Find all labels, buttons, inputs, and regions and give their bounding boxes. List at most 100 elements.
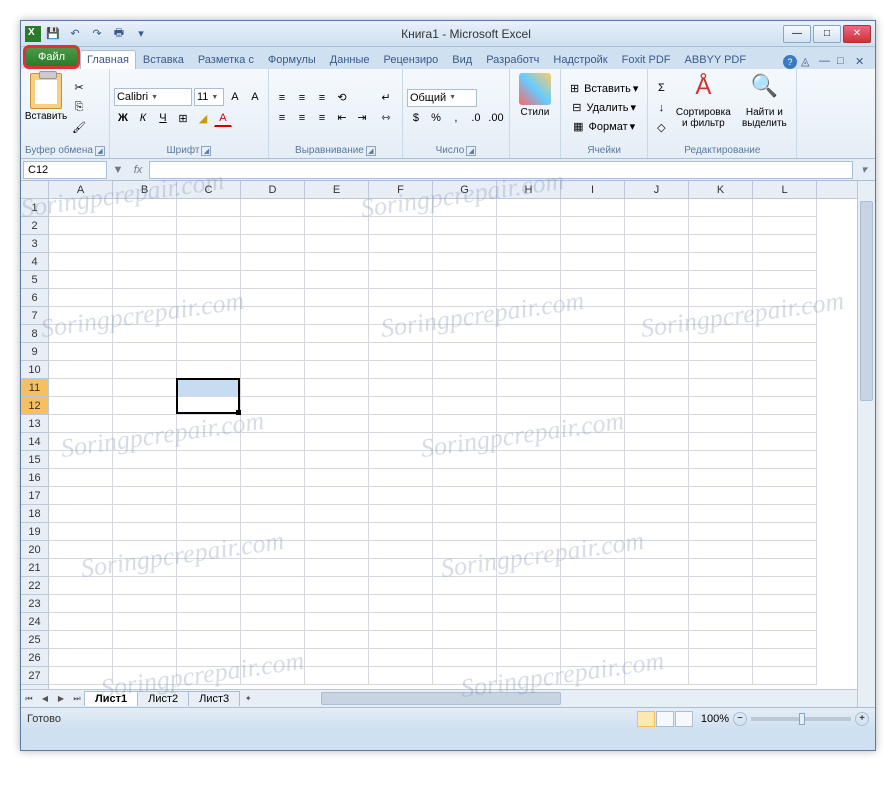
cell-E6[interactable] [305,289,369,307]
cell-A8[interactable] [49,325,113,343]
cell-G2[interactable] [433,217,497,235]
cell-A18[interactable] [49,505,113,523]
cell-D16[interactable] [241,469,305,487]
cell-K24[interactable] [689,613,753,631]
cell-G11[interactable] [433,379,497,397]
cell-C1[interactable] [177,199,241,217]
cell-I27[interactable] [561,667,625,685]
cell-F16[interactable] [369,469,433,487]
cell-J7[interactable] [625,307,689,325]
cell-H24[interactable] [497,613,561,631]
page-layout-view-button[interactable] [656,711,674,727]
sheet-nav-last[interactable]: ⏭ [69,691,85,707]
cell-H10[interactable] [497,361,561,379]
cell-I13[interactable] [561,415,625,433]
save-button[interactable]: 💾 [45,26,61,42]
column-header-A[interactable]: A [49,181,113,198]
cell-D26[interactable] [241,649,305,667]
formula-input[interactable] [149,161,853,179]
tab-view[interactable]: Вид [445,50,479,69]
cell-A7[interactable] [49,307,113,325]
cell-I15[interactable] [561,451,625,469]
clipboard-dialog-launcher[interactable]: ◢ [95,146,105,156]
cell-L3[interactable] [753,235,817,253]
cell-I22[interactable] [561,577,625,595]
cell-A21[interactable] [49,559,113,577]
cell-F23[interactable] [369,595,433,613]
cell-G18[interactable] [433,505,497,523]
cell-H23[interactable] [497,595,561,613]
cell-J3[interactable] [625,235,689,253]
cell-E8[interactable] [305,325,369,343]
cell-C7[interactable] [177,307,241,325]
row-header-20[interactable]: 20 [21,541,48,559]
cell-B26[interactable] [113,649,177,667]
sheet-nav-first[interactable]: ⏮ [21,691,37,707]
row-header-5[interactable]: 5 [21,271,48,289]
cell-F15[interactable] [369,451,433,469]
cell-H4[interactable] [497,253,561,271]
cell-C14[interactable] [177,433,241,451]
cell-E18[interactable] [305,505,369,523]
cell-L15[interactable] [753,451,817,469]
cell-H19[interactable] [497,523,561,541]
cell-C13[interactable] [177,415,241,433]
cell-B9[interactable] [113,343,177,361]
cell-L7[interactable] [753,307,817,325]
cell-D17[interactable] [241,487,305,505]
column-header-J[interactable]: J [625,181,689,198]
cell-K20[interactable] [689,541,753,559]
cell-D11[interactable] [241,379,305,397]
cell-E17[interactable] [305,487,369,505]
align-top-button[interactable]: ≡ [273,89,291,107]
cell-F20[interactable] [369,541,433,559]
tab-review[interactable]: Рецензиро [377,50,446,69]
cell-C27[interactable] [177,667,241,685]
autosum-button[interactable]: Σ [652,79,670,97]
row-header-4[interactable]: 4 [21,253,48,271]
cell-D2[interactable] [241,217,305,235]
cell-J14[interactable] [625,433,689,451]
cell-L14[interactable] [753,433,817,451]
cell-L4[interactable] [753,253,817,271]
cell-B5[interactable] [113,271,177,289]
cell-K15[interactable] [689,451,753,469]
cell-C3[interactable] [177,235,241,253]
row-header-6[interactable]: 6 [21,289,48,307]
cell-I4[interactable] [561,253,625,271]
cell-B13[interactable] [113,415,177,433]
cell-J19[interactable] [625,523,689,541]
cell-F24[interactable] [369,613,433,631]
doc-minimize-button[interactable]: — [819,55,833,69]
cell-C4[interactable] [177,253,241,271]
fill-color-button[interactable]: ◢ [194,109,212,127]
cell-E23[interactable] [305,595,369,613]
cell-H27[interactable] [497,667,561,685]
doc-close-button[interactable]: ✕ [855,55,869,69]
cell-D21[interactable] [241,559,305,577]
cell-B7[interactable] [113,307,177,325]
decrease-decimal-button[interactable]: .00 [487,109,505,127]
cell-D24[interactable] [241,613,305,631]
comma-button[interactable]: , [447,109,465,127]
tab-insert[interactable]: Вставка [136,50,191,69]
cell-C17[interactable] [177,487,241,505]
increase-decimal-button[interactable]: .0 [467,109,485,127]
cell-L22[interactable] [753,577,817,595]
cell-G9[interactable] [433,343,497,361]
cell-G25[interactable] [433,631,497,649]
cell-F2[interactable] [369,217,433,235]
cell-E7[interactable] [305,307,369,325]
font-size-combo[interactable]: 11▼ [194,88,224,106]
decrease-indent-button[interactable]: ⇤ [333,109,351,127]
cell-H14[interactable] [497,433,561,451]
cell-F1[interactable] [369,199,433,217]
cell-C10[interactable] [177,361,241,379]
cell-I8[interactable] [561,325,625,343]
fx-button[interactable]: fx [129,161,147,179]
cell-F11[interactable] [369,379,433,397]
cell-K5[interactable] [689,271,753,289]
cell-G15[interactable] [433,451,497,469]
cell-B4[interactable] [113,253,177,271]
cell-H15[interactable] [497,451,561,469]
